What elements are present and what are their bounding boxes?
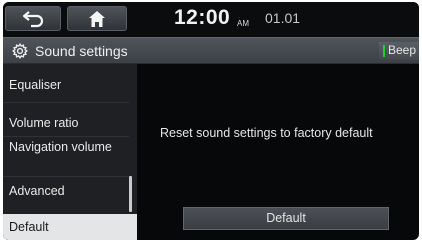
menu-divider (3, 176, 129, 177)
menu-item-advanced[interactable]: Advanced (3, 184, 129, 199)
date-display: 01.01 (265, 10, 301, 26)
home-icon (89, 10, 105, 27)
menu-item-navigation-volume[interactable]: Navigation volume (3, 140, 129, 155)
head-unit-screen: 12:00 AM 01.01 Sound settings Beep Equal… (3, 2, 419, 240)
page-title: Sound settings (35, 43, 128, 59)
clock-ampm: AM (237, 19, 249, 28)
menu-item-default[interactable]: Default (3, 214, 137, 240)
menu-scrollbar-thumb[interactable] (129, 176, 132, 212)
beep-button[interactable]: Beep (379, 42, 419, 60)
back-arrow-icon (22, 10, 44, 27)
gear-icon (12, 43, 28, 59)
home-button[interactable] (67, 6, 127, 31)
menu-item-equaliser[interactable]: Equaliser (3, 78, 129, 93)
beep-indicator (383, 45, 385, 57)
default-button[interactable]: Default (183, 207, 389, 230)
settings-menu: Equaliser Volume ratio Navigation volume… (3, 64, 137, 240)
reset-message: Reset sound settings to factory default (160, 126, 373, 140)
clock-time: 12:00 (174, 6, 231, 29)
back-button[interactable] (5, 6, 61, 31)
menu-divider (3, 136, 129, 137)
status-bar: 12:00 AM 01.01 (3, 2, 419, 37)
menu-divider (3, 102, 129, 103)
title-bar: Sound settings Beep (3, 37, 419, 64)
beep-label: Beep (388, 43, 417, 57)
menu-item-volume-ratio[interactable]: Volume ratio (3, 116, 129, 131)
